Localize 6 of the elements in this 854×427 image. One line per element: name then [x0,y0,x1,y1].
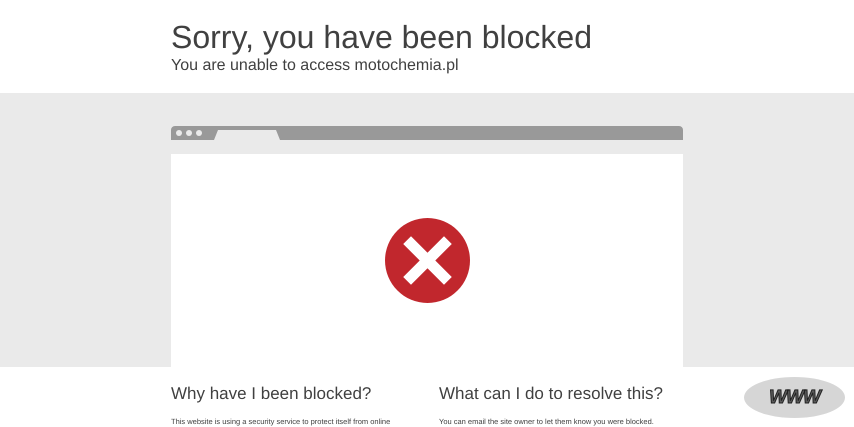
page-title: Sorry, you have been blocked [171,18,593,56]
section-heading: What can I do to resolve this? [439,384,664,404]
section-heading: Why have I been blocked? [171,384,372,404]
www-badge: WWW [744,377,845,418]
page-subtitle: You are unable to access motochemia.pl [171,57,460,75]
error-icon [384,218,470,303]
